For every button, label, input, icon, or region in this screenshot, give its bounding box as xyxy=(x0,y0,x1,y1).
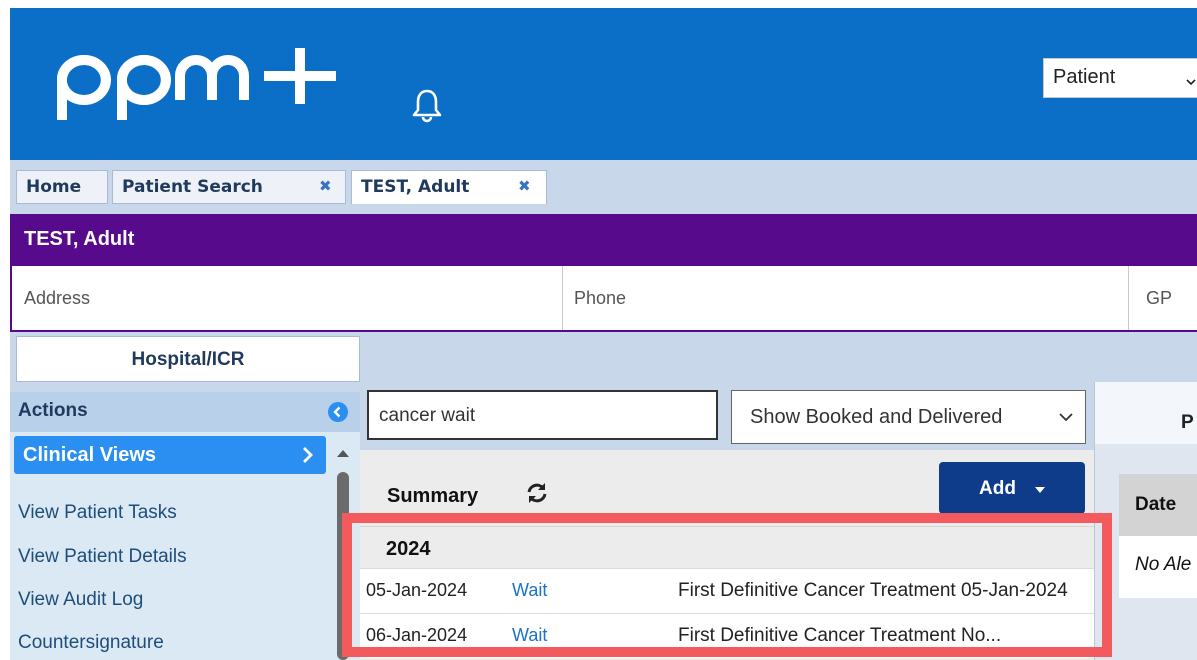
alerts-panel-header: P xyxy=(1095,382,1197,444)
caret-down-icon xyxy=(1035,487,1045,493)
date-column-label: Date xyxy=(1135,494,1177,515)
highlight-annotation xyxy=(342,513,1112,657)
tab-home[interactable]: Home xyxy=(16,170,108,204)
tab-label: TEST, Adult xyxy=(361,177,470,197)
chevron-right-icon xyxy=(303,447,313,463)
gp-cell: GP xyxy=(1128,266,1197,330)
filter-select[interactable]: Show Booked and Delivered xyxy=(731,390,1086,444)
close-icon[interactable]: ✖ xyxy=(319,177,332,195)
alerts-panel-title: P xyxy=(1181,412,1194,433)
tab-test-adult[interactable]: TEST, Adult ✖ xyxy=(351,170,547,204)
patient-demographics: Address Phone GP xyxy=(10,266,1197,332)
action-clinical-views[interactable]: Clinical Views xyxy=(14,436,326,474)
add-button-label: Add xyxy=(979,478,1016,499)
tab-patient-search[interactable]: Patient Search ✖ xyxy=(112,170,346,204)
collapse-left-icon[interactable] xyxy=(328,402,348,422)
chevron-down-icon xyxy=(1186,79,1196,86)
tab-hospital-icr[interactable]: Hospital/ICR xyxy=(16,336,360,382)
close-icon[interactable]: ✖ xyxy=(518,177,531,195)
chevron-down-icon xyxy=(1059,413,1073,422)
no-alerts-text: No Ale xyxy=(1135,554,1192,575)
tab-bar: Home Patient Search ✖ TEST, Adult ✖ xyxy=(10,160,1197,214)
patient-name: TEST, Adult xyxy=(24,228,135,250)
gp-label: GP xyxy=(1146,288,1173,308)
address-label: Address xyxy=(24,288,91,308)
action-view-audit-log[interactable]: View Audit Log xyxy=(18,589,143,611)
app-window: Patient Home Patient Search ✖ TEST, Adul… xyxy=(10,8,1197,660)
summary-title: Summary xyxy=(387,485,479,507)
action-label: Clinical Views xyxy=(23,444,157,466)
alerts-empty-row: No Ale xyxy=(1119,536,1197,598)
app-header: Patient xyxy=(10,8,1197,160)
refresh-icon[interactable] xyxy=(524,480,550,506)
phone-label: Phone xyxy=(574,288,627,308)
ppm-logo[interactable] xyxy=(52,38,342,128)
actions-title: Actions xyxy=(18,400,88,421)
tab-label: Hospital/ICR xyxy=(131,349,245,370)
tab-label: Home xyxy=(26,177,82,197)
action-view-patient-tasks[interactable]: View Patient Tasks xyxy=(18,502,177,524)
filter-select-value: Show Booked and Delivered xyxy=(750,406,1003,428)
add-button[interactable]: Add xyxy=(939,462,1085,514)
context-select[interactable]: Patient xyxy=(1043,58,1197,98)
context-select-value: Patient xyxy=(1053,66,1116,88)
alerts-column-header: Date xyxy=(1119,474,1197,536)
search-field[interactable] xyxy=(367,390,718,440)
actions-panel: Actions Clinical Views View Patient Task… xyxy=(10,392,360,660)
action-countersignature[interactable]: Countersignature xyxy=(18,632,164,654)
tab-label: Patient Search xyxy=(122,177,263,197)
bell-icon[interactable] xyxy=(410,86,444,126)
scroll-up-icon[interactable] xyxy=(336,448,350,458)
action-view-patient-details[interactable]: View Patient Details xyxy=(18,546,187,568)
address-cell: Address xyxy=(12,266,562,330)
actions-header: Actions xyxy=(10,392,360,432)
phone-cell: Phone xyxy=(562,266,1128,330)
patient-banner: TEST, Adult xyxy=(10,214,1197,266)
search-input[interactable] xyxy=(377,401,711,431)
